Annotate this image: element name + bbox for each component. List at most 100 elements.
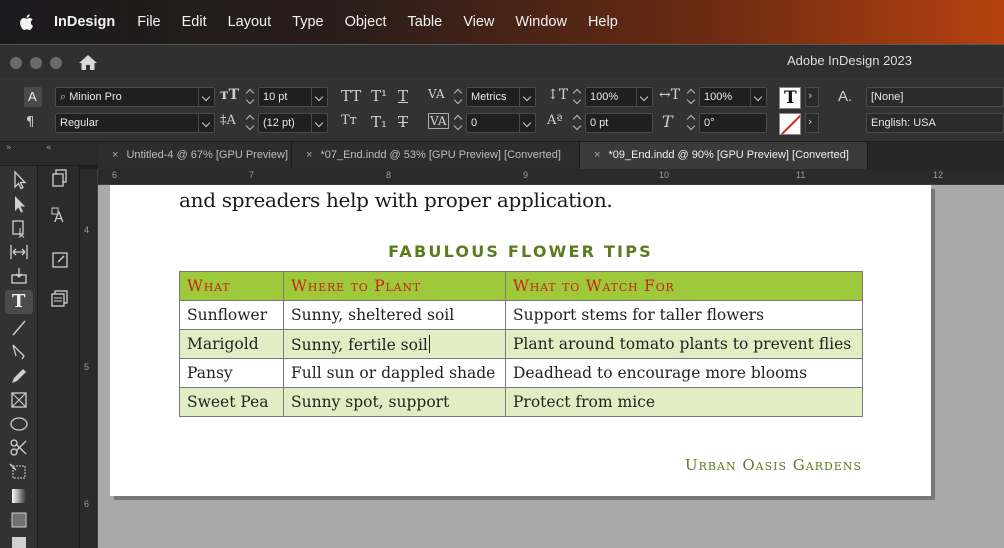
pages-panel-icon[interactable] xyxy=(50,168,70,188)
text-stroke-swatch[interactable] xyxy=(779,113,801,135)
type-tool-button[interactable]: T xyxy=(5,290,33,314)
menu-file[interactable]: File xyxy=(137,14,160,30)
text-fill-swatch[interactable]: T xyxy=(779,87,801,109)
baseline-shift-stepper[interactable] xyxy=(572,113,582,133)
horizontal-ruler[interactable]: 6 7 8 9 10 11 12 xyxy=(98,169,1004,185)
layers-panel-icon[interactable] xyxy=(50,288,70,308)
stroke-menu-button[interactable]: › xyxy=(805,113,819,133)
small-caps-icon[interactable]: Tт xyxy=(341,113,357,128)
table-cell[interactable]: Plant around tomato plants to prevent fl… xyxy=(505,329,863,359)
menu-help[interactable]: Help xyxy=(588,14,618,30)
skew-stepper[interactable] xyxy=(686,113,696,133)
free-transform-tool-icon[interactable] xyxy=(8,462,30,482)
menu-layout[interactable]: Layout xyxy=(228,14,272,30)
strikethrough-icon[interactable]: T xyxy=(398,113,408,131)
table-cell[interactable]: Sunny spot, support xyxy=(283,387,506,417)
menu-window[interactable]: Window xyxy=(515,14,567,30)
character-mode-button[interactable]: A xyxy=(24,87,42,107)
vertical-scale-field[interactable]: 100% xyxy=(585,87,653,107)
menu-type[interactable]: Type xyxy=(292,14,323,30)
table-cell[interactable]: Sunny, sheltered soil xyxy=(283,300,506,330)
chevron-down-icon[interactable] xyxy=(636,88,652,106)
tab-09-end[interactable]: × *09_End.indd @ 90% [GPU Preview] [Conve… xyxy=(580,142,868,169)
ellipse-tool-icon[interactable] xyxy=(8,414,30,434)
collapse-icon[interactable]: » xyxy=(6,143,12,153)
gradient-tool-icon[interactable] xyxy=(8,486,30,506)
table-cell-with-cursor[interactable]: Sunny, fertile soil xyxy=(283,329,506,359)
character-styles-panel-icon[interactable]: A xyxy=(50,206,70,226)
paragraph-mode-button[interactable]: ¶ xyxy=(26,115,40,133)
pen-tool-icon[interactable] xyxy=(8,342,30,362)
close-icon[interactable]: × xyxy=(112,149,118,161)
table-cell[interactable]: Support stems for taller flowers xyxy=(505,300,863,330)
tracking-field[interactable]: 0 xyxy=(466,113,536,133)
leading-field[interactable]: (12 pt) xyxy=(258,113,328,133)
table-cell[interactable]: Sweet Pea xyxy=(179,387,284,417)
table-cell[interactable]: Sunflower xyxy=(179,300,284,330)
chevron-down-icon[interactable] xyxy=(198,88,214,106)
vertical-ruler[interactable]: 4 5 6 xyxy=(80,169,98,548)
underline-icon[interactable]: T xyxy=(398,87,408,105)
font-size-stepper[interactable] xyxy=(245,87,255,107)
font-size-field[interactable]: 10 pt xyxy=(258,87,328,107)
leading-stepper[interactable] xyxy=(245,113,255,133)
skew-field[interactable]: 0° xyxy=(699,113,767,133)
minimize-window-button[interactable] xyxy=(30,57,42,69)
menu-edit[interactable]: Edit xyxy=(182,14,207,30)
fill-menu-button[interactable]: › xyxy=(805,87,819,107)
chevron-down-icon[interactable] xyxy=(519,88,535,106)
font-family-field[interactable]: ⌕ Minion Pro xyxy=(55,87,215,107)
table-header-cell[interactable]: Where to Plant xyxy=(283,271,506,301)
links-panel-icon[interactable] xyxy=(50,250,70,270)
vertical-scale-stepper[interactable] xyxy=(572,87,582,107)
tab-untitled-4[interactable]: × Untitled-4 @ 67% [GPU Preview] xyxy=(98,142,292,169)
zoom-window-button[interactable] xyxy=(50,57,62,69)
menu-app-name[interactable]: InDesign xyxy=(54,14,115,30)
rectangle-frame-tool-icon[interactable] xyxy=(8,390,30,410)
table-cell[interactable]: Pansy xyxy=(179,358,284,388)
table-cell[interactable]: Full sun or dappled shade xyxy=(283,358,506,388)
table-cell[interactable]: Marigold xyxy=(179,329,284,359)
menu-object[interactable]: Object xyxy=(345,14,387,30)
menu-view[interactable]: View xyxy=(463,14,494,30)
gradient-feather-tool-icon[interactable] xyxy=(8,510,30,530)
pencil-tool-icon[interactable] xyxy=(8,366,30,386)
character-style-field[interactable]: [None] xyxy=(866,87,1004,107)
apple-icon[interactable] xyxy=(18,13,34,31)
flower-tips-table[interactable]: What Where to Plant What to Watch For Su… xyxy=(179,271,863,417)
font-style-field[interactable]: Regular xyxy=(55,113,215,133)
superscript-icon[interactable]: T¹ xyxy=(371,87,387,105)
menu-table[interactable]: Table xyxy=(408,14,443,30)
scissors-tool-icon[interactable] xyxy=(8,438,30,458)
baseline-shift-field[interactable]: 0 pt xyxy=(585,113,653,133)
collapse-icon[interactable]: « xyxy=(46,143,52,153)
close-icon[interactable]: × xyxy=(594,149,600,161)
table-title[interactable]: FABULOUS FLOWER TIPS xyxy=(179,242,862,261)
selection-tool-icon[interactable] xyxy=(8,170,30,190)
chevron-down-icon[interactable] xyxy=(311,114,327,132)
body-text-line[interactable]: and spreaders help with proper applicati… xyxy=(179,188,613,212)
direct-selection-tool-icon[interactable] xyxy=(8,194,30,214)
gap-tool-icon[interactable] xyxy=(8,242,30,262)
language-field[interactable]: English: USA xyxy=(866,113,1004,133)
home-icon[interactable] xyxy=(78,54,98,71)
chevron-down-icon[interactable] xyxy=(311,88,327,106)
content-collector-tool-icon[interactable] xyxy=(8,266,30,286)
close-window-button[interactable] xyxy=(10,57,22,69)
all-caps-icon[interactable]: TT xyxy=(341,87,361,105)
note-tool-icon[interactable] xyxy=(8,534,30,548)
chevron-down-icon[interactable] xyxy=(750,88,766,106)
kerning-field[interactable]: Metrics xyxy=(466,87,536,107)
line-tool-icon[interactable] xyxy=(8,318,30,338)
tab-07-end[interactable]: × *07_End.indd @ 53% [GPU Preview] [Conve… xyxy=(292,142,580,169)
chevron-down-icon[interactable] xyxy=(519,114,535,132)
tracking-stepper[interactable] xyxy=(453,113,463,133)
horizontal-scale-stepper[interactable] xyxy=(686,87,696,107)
kerning-stepper[interactable] xyxy=(453,87,463,107)
table-header-cell[interactable]: What to Watch For xyxy=(505,271,863,301)
chevron-down-icon[interactable] xyxy=(198,114,214,132)
subscript-icon[interactable]: T₁ xyxy=(371,113,387,131)
table-header-cell[interactable]: What xyxy=(179,271,284,301)
footer-brand[interactable]: Urban Oasis Gardens xyxy=(685,456,862,474)
page-tool-icon[interactable] xyxy=(8,218,30,238)
